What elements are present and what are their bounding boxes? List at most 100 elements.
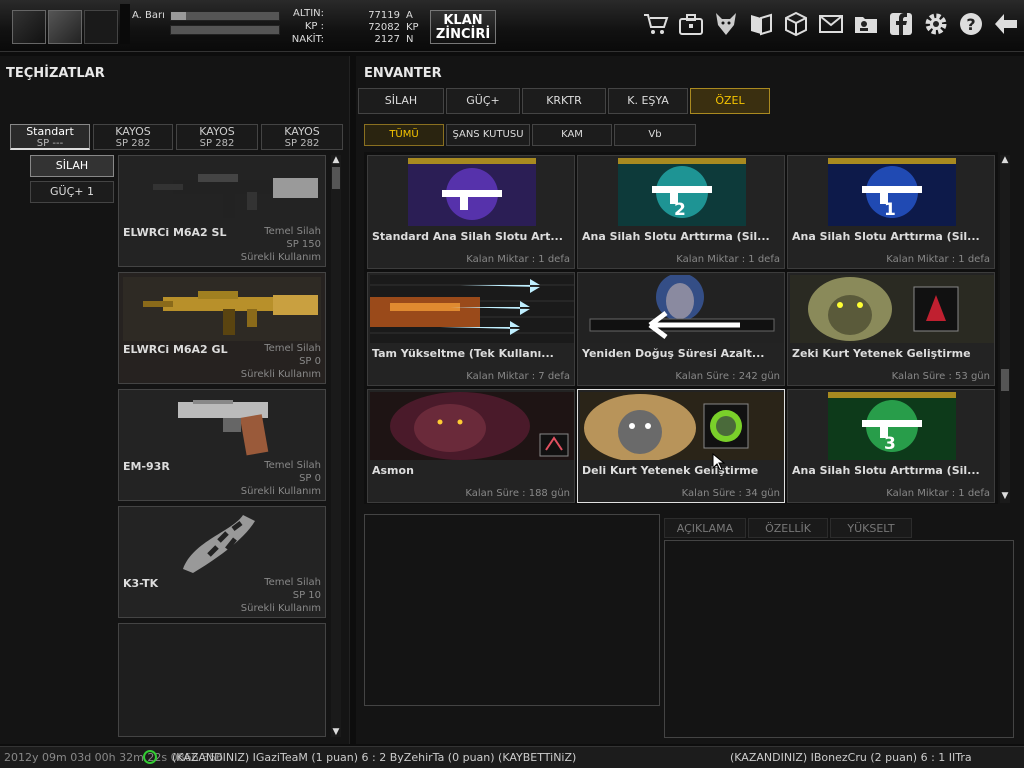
- kp-unit: KP: [406, 22, 419, 33]
- inventory-item[interactable]: Yeniden Doğuş Süresi Azalt... Kalan Süre…: [577, 272, 785, 386]
- scroll-thumb[interactable]: [1001, 369, 1009, 391]
- weapon-category-button[interactable]: SİLAH: [30, 155, 114, 177]
- equipment-name: EM-93R: [123, 460, 170, 473]
- subtab-luck-box[interactable]: ŞANS KUTUSU: [446, 124, 530, 146]
- tab-upgrade[interactable]: YÜKSELT: [830, 518, 912, 538]
- tab-personal-item[interactable]: K. EŞYA: [608, 88, 688, 114]
- clan-emblem-icon[interactable]: [48, 10, 82, 44]
- wolf-icon[interactable]: [712, 10, 740, 38]
- equipment-type: Temel Silah: [264, 226, 321, 237]
- equipment-use: Sürekli Kullanım: [240, 603, 321, 614]
- tab-standart[interactable]: Standart SP ---: [10, 124, 90, 150]
- item-name: Zeki Kurt Yetenek Geliştirme: [792, 347, 971, 360]
- rifle-sl-image: [153, 174, 318, 218]
- gold-unit: A: [406, 10, 413, 21]
- respawn-time-image: [580, 275, 784, 343]
- tab-sp: SP 282: [199, 138, 235, 149]
- inventory-item[interactable]: Asmon Kalan Süre : 188 gün: [367, 389, 575, 503]
- equipment-sp: SP 0: [299, 356, 321, 367]
- empty-equipment-slot[interactable]: [118, 623, 326, 737]
- item-badge: 2: [674, 200, 686, 220]
- mail-icon[interactable]: [817, 10, 845, 38]
- inventory-item[interactable]: Standard Ana Silah Slotu Art... Kalan Mi…: [367, 155, 575, 269]
- subtab-other[interactable]: Vb: [614, 124, 696, 146]
- tab-special[interactable]: ÖZEL: [690, 88, 770, 114]
- match-ticker: 2012y 09m 03d 00h 32m 22s 0866 356 (KAZA…: [0, 746, 1024, 768]
- equipment-use: Sürekli Kullanım: [240, 486, 321, 497]
- inventory-item[interactable]: 2 Ana Silah Slotu Arttırma (Sil... Kalan…: [577, 155, 785, 269]
- item-name: Ana Silah Slotu Arttırma (Sil...: [792, 464, 980, 477]
- tab-character[interactable]: KRKTR: [522, 88, 606, 114]
- tab-weapon[interactable]: SİLAH: [358, 88, 444, 114]
- pistol-image: [178, 400, 269, 456]
- help-icon[interactable]: ?: [957, 10, 985, 38]
- equipment-title: TEÇHİZATLAR: [6, 66, 105, 81]
- power-category-button[interactable]: GÜÇ+ 1: [30, 181, 114, 203]
- cash-unit: N: [406, 34, 414, 45]
- scroll-down-icon[interactable]: ▼: [1000, 491, 1010, 501]
- item-name: Ana Silah Slotu Arttırma (Sil...: [792, 230, 980, 243]
- item-badge: 3: [884, 434, 896, 454]
- item-detail-box: [664, 540, 1014, 738]
- tab-description[interactable]: AÇIKLAMA: [664, 518, 746, 538]
- equipment-scrollbar[interactable]: ▲ ▼: [331, 155, 341, 737]
- gold-value: 77119: [368, 10, 400, 21]
- facebook-icon[interactable]: [887, 10, 915, 38]
- stat-bar-2: [170, 25, 280, 35]
- subtab-kam[interactable]: KAM: [532, 124, 612, 146]
- equipment-card[interactable]: ELWRCi M6A2 GL Temel Silah SP 0 Sürekli …: [118, 272, 326, 384]
- item-badge: 1: [884, 200, 896, 220]
- bar-label: A. Barı: [132, 10, 165, 21]
- tab-power[interactable]: GÜÇ+: [446, 88, 520, 114]
- tab-kayos-1[interactable]: KAYOS SP 282: [93, 124, 173, 150]
- ticker-match-2: (KAZANDINIZ) IBonezCru (2 puan) 6 : 1 II…: [730, 751, 972, 764]
- equipment-card[interactable]: K3-TK Temel Silah SP 10 Sürekli Kullanım: [118, 506, 326, 618]
- subtab-all[interactable]: TÜMÜ: [364, 124, 444, 146]
- scroll-down-icon[interactable]: ▼: [331, 727, 341, 737]
- rank-emblem-1[interactable]: [12, 10, 46, 44]
- svg-text:?: ?: [966, 15, 975, 34]
- back-arrow-icon[interactable]: [992, 10, 1020, 38]
- book-icon[interactable]: [747, 10, 775, 38]
- equipment-type: Temel Silah: [264, 460, 321, 471]
- tab-label: KAYOS: [199, 125, 235, 138]
- inventory-item[interactable]: 1 Ana Silah Slotu Arttırma (Sil... Kalan…: [787, 155, 995, 269]
- equipment-type: Temel Silah: [264, 343, 321, 354]
- tab-label: Standart: [26, 125, 74, 138]
- knife-image: [183, 515, 255, 573]
- profile-icon[interactable]: [852, 10, 880, 38]
- item-preview-box: [364, 514, 660, 706]
- item-quantity: Kalan Süre : 242 gün: [675, 371, 780, 382]
- wings-emblem-icon[interactable]: [84, 10, 118, 44]
- gear-icon[interactable]: [922, 10, 950, 38]
- inventory-item[interactable]: Zeki Kurt Yetenek Geliştirme Kalan Süre …: [787, 272, 995, 386]
- item-name: Asmon: [372, 464, 414, 477]
- equipment-name: K3-TK: [123, 577, 159, 590]
- cart-icon[interactable]: [642, 10, 670, 38]
- equipment-sp: SP 150: [286, 239, 321, 250]
- scroll-up-icon[interactable]: ▲: [331, 155, 341, 165]
- equipment-card[interactable]: EM-93R Temel Silah SP 0 Sürekli Kullanım: [118, 389, 326, 501]
- item-name: Deli Kurt Yetenek Geliştirme: [582, 464, 759, 477]
- mad-wolf-image: [580, 392, 784, 460]
- inventory-item[interactable]: 3 Ana Silah Slotu Arttırma (Sil... Kalan…: [787, 389, 995, 503]
- item-quantity: Kalan Süre : 53 gün: [891, 371, 990, 382]
- inventory-scrollbar[interactable]: ▲ ▼: [1000, 155, 1010, 503]
- scroll-thumb[interactable]: [332, 167, 340, 189]
- inventory-item[interactable]: Tam Yükseltme (Tek Kullanı... Kalan Mikt…: [367, 272, 575, 386]
- item-quantity: Kalan Miktar : 1 defa: [676, 254, 780, 265]
- tab-sp: SP 282: [115, 138, 151, 149]
- inventory-item-selected[interactable]: Deli Kurt Yetenek Geliştirme Kalan Süre …: [577, 389, 785, 503]
- clan-chain-button[interactable]: KLAN ZİNCİRİ: [430, 10, 496, 44]
- tab-kayos-3[interactable]: KAYOS SP 282: [261, 124, 343, 150]
- item-quantity: Kalan Süre : 34 gün: [681, 488, 780, 499]
- bag-icon[interactable]: [677, 10, 705, 38]
- equipment-card[interactable]: ELWRCi M6A2 SL Temel Silah SP 150 Sürekl…: [118, 155, 326, 267]
- equipment-sp: SP 10: [292, 590, 321, 601]
- tab-properties[interactable]: ÖZELLİK: [748, 518, 828, 538]
- box-icon[interactable]: [782, 10, 810, 38]
- scroll-up-icon[interactable]: ▲: [1000, 155, 1010, 165]
- kp-value: 72082: [368, 22, 400, 33]
- tab-kayos-2[interactable]: KAYOS SP 282: [176, 124, 258, 150]
- item-quantity: Kalan Miktar : 1 defa: [886, 488, 990, 499]
